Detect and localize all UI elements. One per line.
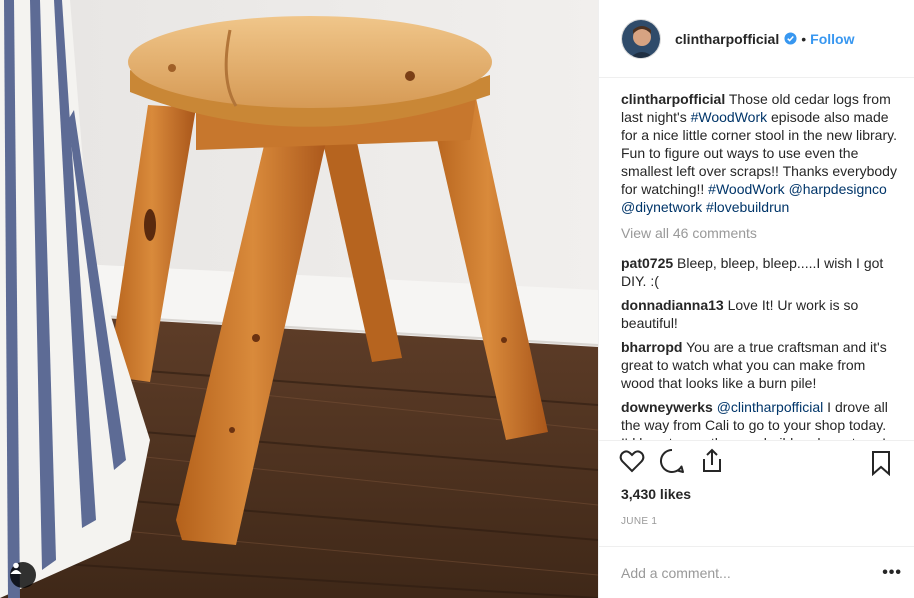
user-tag-icon [10,562,22,574]
list-item: downeywerks @clintharpofficial I drove a… [621,398,898,440]
hashtag-link[interactable]: #WoodWork [708,181,785,197]
mention-link[interactable]: @clintharpofficial [717,399,824,415]
post-side-panel: clintharpofficial • Follow clintharpoffi… [598,0,914,598]
heart-icon[interactable] [619,448,645,474]
comment-username[interactable]: pat0725 [621,255,673,271]
view-all-comments-link[interactable]: View all 46 comments [621,224,898,242]
bookmark-icon[interactable] [868,450,894,476]
list-item: donnadianna13 Love It! Ur work is so bea… [621,296,898,332]
action-bar [599,440,914,480]
share-icon[interactable] [699,448,725,474]
caption-username[interactable]: clintharpofficial [621,91,725,107]
post-date[interactable]: JUNE 1 [599,506,914,536]
comment-username[interactable]: bharropd [621,339,682,355]
mention-link[interactable]: @diynetwork [621,199,702,215]
comment-username[interactable]: donnadianna13 [621,297,724,313]
stool-photo [0,0,598,598]
comments-list[interactable]: clintharpofficial Those old cedar logs f… [599,78,914,440]
user-tag-button[interactable] [10,562,36,588]
avatar[interactable] [621,18,661,59]
hashtag-link[interactable]: #WoodWork [691,109,768,125]
more-options-button[interactable]: ••• [882,564,902,582]
follow-button[interactable]: Follow [810,31,854,47]
list-item: pat0725 Bleep, bleep, bleep.....I wish I… [621,254,898,290]
header-separator: • [801,30,807,47]
post-photo[interactable] [0,0,598,598]
post-header: clintharpofficial • Follow [599,0,914,78]
verified-badge-icon [784,32,797,45]
add-comment-input[interactable]: Add a comment... [621,565,882,581]
list-item: bharropd You are a true craftsman and it… [621,338,898,392]
comment-username[interactable]: downeywerks [621,399,713,415]
avatar-image [622,19,660,58]
post-caption: clintharpofficial Those old cedar logs f… [621,90,898,216]
mention-link[interactable]: @harpdesignco [789,181,887,197]
likes-count[interactable]: 3,430 likes [599,480,914,506]
header-username[interactable]: clintharpofficial [675,31,779,47]
hashtag-link[interactable]: #lovebuildrun [706,199,789,215]
comment-bubble-icon[interactable] [659,448,685,474]
instagram-post: clintharpofficial • Follow clintharpoffi… [0,0,914,598]
add-comment-bar: Add a comment... ••• [599,546,914,598]
